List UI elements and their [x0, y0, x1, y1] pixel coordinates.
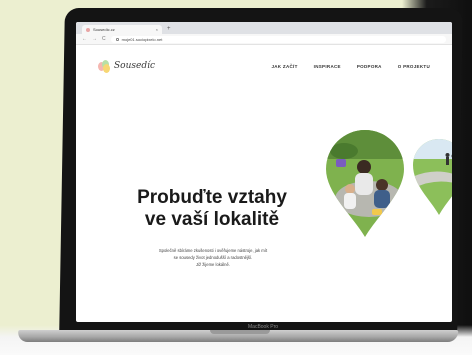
browser-tab[interactable]: Sousedíc.cz × [82, 25, 162, 34]
hero-title-line-1: Probuďte vztahy [137, 187, 287, 208]
reload-icon[interactable]: C [102, 36, 106, 42]
logo-text: Sousedíc [114, 61, 156, 71]
hero-text-line-3: Již žijeme lokálně. [196, 262, 230, 267]
nav-o-projektu[interactable]: O PROJEKTU [398, 64, 430, 69]
hero-title: Probuďte vztahy ve vaší lokalitě [112, 187, 312, 231]
favicon-icon [86, 27, 90, 32]
logo-mark-icon [98, 60, 110, 73]
hero-text-line-1: Společně sbíráme zkušenosti i ověřujeme … [158, 248, 268, 253]
laptop-screen: Sousedíc.cz × + ← → C moje01.sociopixelo… [76, 22, 452, 322]
hero-text-line-2: se sousedy život jednodušší a radostnějš… [173, 255, 253, 260]
hero-title-line-2: ve vaší lokalitě [144, 209, 280, 230]
back-arrow-icon[interactable]: ← [82, 36, 87, 42]
browser-tab-strip: Sousedíc.cz × + [76, 22, 452, 34]
site-header: Sousedíc JAK ZAČÍT INSPIRACE PODPORA O P… [76, 45, 452, 87]
main-navigation: JAK ZAČÍT INSPIRACE PODPORA O PROJEKTU [271, 64, 430, 69]
nav-jak-zacit[interactable]: JAK ZAČÍT [271, 64, 297, 69]
nav-inspirace[interactable]: INSPIRACE [314, 64, 341, 69]
lock-icon [115, 37, 119, 41]
address-bar: ← → C moje01.sociopixelo.net [76, 34, 452, 45]
laptop-notch [210, 330, 270, 334]
forward-arrow-icon[interactable]: → [92, 36, 97, 42]
hero-section: Probuďte vztahy ve vaší lokalitě Společn… [76, 87, 452, 322]
tab-title: Sousedíc.cz [93, 27, 115, 32]
hero-description: Společně sbíráme zkušenosti i ověřujeme … [128, 247, 298, 268]
url-input[interactable]: moje01.sociopixelo.net [110, 35, 446, 43]
map-pin-photo-family [326, 130, 404, 237]
url-text: moje01.sociopixelo.net [121, 36, 163, 42]
new-tab-button[interactable]: + [167, 25, 171, 34]
map-pin-photo-park [413, 139, 452, 215]
tab-close-icon[interactable]: × [156, 27, 158, 32]
nav-podpora[interactable]: PODPORA [357, 64, 382, 69]
site-logo[interactable]: Sousedíc [98, 60, 156, 73]
